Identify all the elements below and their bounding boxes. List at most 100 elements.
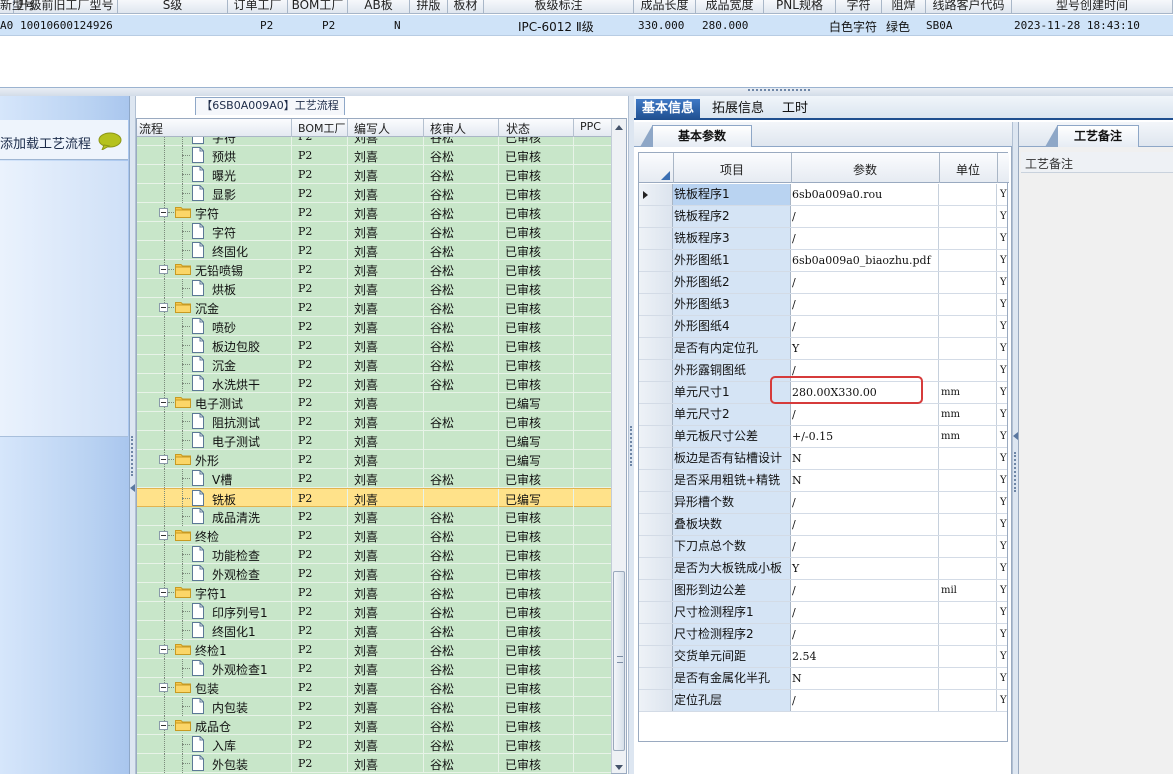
- row-indicator[interactable]: [639, 470, 673, 491]
- row-indicator[interactable]: [639, 206, 673, 227]
- tree-step-row[interactable]: 内包装 P2 刘喜 谷松 已审核: [137, 697, 611, 716]
- tree-step-row[interactable]: 外观检查1 P2 刘喜 谷松 已审核: [137, 659, 611, 678]
- param-value-field[interactable]: /: [791, 228, 939, 249]
- header-item[interactable]: 项目: [673, 161, 791, 178]
- row-indicator[interactable]: [639, 624, 673, 645]
- row-indicator[interactable]: [639, 338, 673, 359]
- tree-step-row[interactable]: 印序列号1 P2 刘喜 谷松 已审核: [137, 602, 611, 621]
- param-value-field[interactable]: /: [791, 624, 939, 645]
- tree-group-row[interactable]: 沉金 P2 刘喜 谷松 已审核: [137, 298, 611, 317]
- tree-scrollbar[interactable]: [611, 119, 626, 773]
- row-indicator[interactable]: [639, 404, 673, 425]
- param-value-field[interactable]: 2.54: [791, 646, 939, 667]
- param-row[interactable]: 外形图纸3/ Y: [639, 294, 1007, 316]
- tree-step-row[interactable]: 外包装 P2 刘喜 谷松 已审核: [137, 754, 611, 773]
- horizontal-splitter[interactable]: [0, 88, 1173, 96]
- tree-step-row[interactable]: 沉金 P2 刘喜 谷松 已审核: [137, 355, 611, 374]
- tree-step-row[interactable]: 成品清洗 P2 刘喜 谷松 已审核: [137, 507, 611, 526]
- param-row[interactable]: 铣板程序1 6sb0a009a0.rou Y: [639, 184, 1007, 206]
- model-row[interactable]: A0 10010600124926 P2 P2 N IPC-6012 Ⅱ级 33…: [0, 15, 1173, 36]
- collapse-toggle-icon[interactable]: [159, 455, 168, 464]
- collapse-toggle-icon[interactable]: [159, 208, 168, 217]
- tree-step-row[interactable]: 终固化 P2 刘喜 谷松 已审核: [137, 241, 611, 260]
- param-value-field[interactable]: N: [791, 668, 939, 689]
- param-value-field[interactable]: /: [791, 404, 939, 425]
- header-pnl[interactable]: PNL规格: [764, 0, 836, 13]
- tree-step-row[interactable]: 水洗烘干 P2 刘喜 谷松 已审核: [137, 374, 611, 393]
- tree-group-row[interactable]: 终检1 P2 刘喜 谷松 已审核: [137, 640, 611, 659]
- tab-extended-info[interactable]: 拓展信息: [706, 99, 770, 120]
- collapse-toggle-icon[interactable]: [159, 303, 168, 312]
- row-indicator[interactable]: [639, 514, 673, 535]
- param-row[interactable]: 板边是否有钻槽设计 N Y: [639, 448, 1007, 470]
- row-indicator[interactable]: [639, 250, 673, 271]
- tree-step-row[interactable]: 外观检查 P2 刘喜 谷松 已审核: [137, 564, 611, 583]
- tree-step-row[interactable]: 入库 P2 刘喜 谷松 已审核: [137, 735, 611, 754]
- row-indicator[interactable]: [639, 228, 673, 249]
- tree-group-row[interactable]: 终检 P2 刘喜 谷松 已审核: [137, 526, 611, 545]
- param-row[interactable]: 图形到边公差 / mil Y: [639, 580, 1007, 602]
- header-bom-factory[interactable]: BOM工厂: [288, 0, 348, 13]
- param-value-field[interactable]: /: [791, 294, 939, 315]
- header-character[interactable]: 字符: [836, 0, 882, 13]
- param-value-field[interactable]: /: [791, 492, 939, 513]
- param-value-field[interactable]: /: [791, 602, 939, 623]
- tree-group-row[interactable]: 外形 P2 刘喜 已编写: [137, 450, 611, 469]
- scroll-thumb[interactable]: [613, 571, 625, 751]
- row-indicator[interactable]: [639, 602, 673, 623]
- header-unit[interactable]: 单位: [939, 161, 997, 178]
- tree-step-row[interactable]: 显影 P2 刘喜 谷松 已审核: [137, 184, 611, 203]
- param-row[interactable]: 单元尺寸2/mm Y: [639, 404, 1007, 426]
- param-value-field[interactable]: Y: [791, 338, 939, 359]
- param-value-field[interactable]: N: [791, 448, 939, 469]
- param-row[interactable]: 铣板程序2/ Y: [639, 206, 1007, 228]
- param-row[interactable]: 下刀点总个数 / Y: [639, 536, 1007, 558]
- collapse-toggle-icon[interactable]: [159, 683, 168, 692]
- header-s-grade[interactable]: S级: [118, 0, 228, 13]
- param-value-field[interactable]: /: [791, 206, 939, 227]
- header-created-time[interactable]: 型号创建时间: [1012, 0, 1173, 13]
- param-row[interactable]: 单元板尺寸公差 +/-0.15 mm Y: [639, 426, 1007, 448]
- param-row[interactable]: 外形图纸4/ Y: [639, 316, 1007, 338]
- header-status[interactable]: 状态: [506, 120, 530, 137]
- row-indicator[interactable]: [639, 184, 673, 205]
- row-indicator[interactable]: [639, 690, 673, 711]
- row-indicator[interactable]: [639, 316, 673, 337]
- tree-group-row[interactable]: 字符1 P2 刘喜 谷松 已审核: [137, 583, 611, 602]
- param-row[interactable]: 是否有内定位孔 Y Y: [639, 338, 1007, 360]
- row-indicator[interactable]: [639, 448, 673, 469]
- tree-group-row[interactable]: 电子测试 P2 刘喜 已编写: [137, 393, 611, 412]
- header-value[interactable]: 参数: [791, 161, 939, 178]
- header-new-model[interactable]: 新型号: [0, 0, 36, 13]
- header-flow[interactable]: 流程: [139, 120, 163, 137]
- param-value-field[interactable]: /: [791, 690, 939, 711]
- param-value-field[interactable]: /: [791, 580, 939, 601]
- param-row[interactable]: 铣板程序3/ Y: [639, 228, 1007, 250]
- param-row[interactable]: 交货单元间距 2.54 Y: [639, 646, 1007, 668]
- tree-step-row[interactable]: 功能检查 P2 刘喜 谷松 已审核: [137, 545, 611, 564]
- param-value-field[interactable]: /: [791, 272, 939, 293]
- header-solder-mask[interactable]: 阻焊: [882, 0, 926, 13]
- tab-work-hours[interactable]: 工时: [776, 99, 814, 120]
- param-row[interactable]: 异形槽个数 / Y: [639, 492, 1007, 514]
- tree-group-row[interactable]: 无铅喷锡 P2 刘喜 谷松 已审核: [137, 260, 611, 279]
- header-bom-factory[interactable]: BOM工厂: [298, 120, 346, 136]
- header-order-factory[interactable]: 订单工厂: [228, 0, 288, 13]
- row-indicator[interactable]: [639, 580, 673, 601]
- load-process-button[interactable]: 添加载工艺流程: [0, 120, 128, 160]
- row-indicator[interactable]: [639, 360, 673, 381]
- param-row[interactable]: 尺寸检测程序2/ Y: [639, 624, 1007, 646]
- tree-step-row[interactable]: 曝光 P2 刘喜 谷松 已审核: [137, 165, 611, 184]
- tree-step-row[interactable]: 喷砂 P2 刘喜 谷松 已审核: [137, 317, 611, 336]
- param-row[interactable]: 外形图纸1 6sb0a009a0_biaozhu.pdf Y: [639, 250, 1007, 272]
- param-value-field[interactable]: /: [791, 536, 939, 557]
- param-row[interactable]: 是否采用粗铣+精铣 N Y: [639, 470, 1007, 492]
- tab-basic-params[interactable]: 基本参数: [640, 125, 752, 147]
- tab-process-memo[interactable]: 工艺备注: [1045, 125, 1139, 147]
- row-indicator[interactable]: [639, 294, 673, 315]
- row-indicator[interactable]: [639, 646, 673, 667]
- tree-step-row[interactable]: V槽 P2 刘喜 谷松 已审核: [137, 469, 611, 488]
- param-value-field[interactable]: /: [791, 514, 939, 535]
- param-value-field[interactable]: Y: [791, 558, 939, 579]
- param-value-field[interactable]: 6sb0a009a0.rou: [791, 184, 939, 205]
